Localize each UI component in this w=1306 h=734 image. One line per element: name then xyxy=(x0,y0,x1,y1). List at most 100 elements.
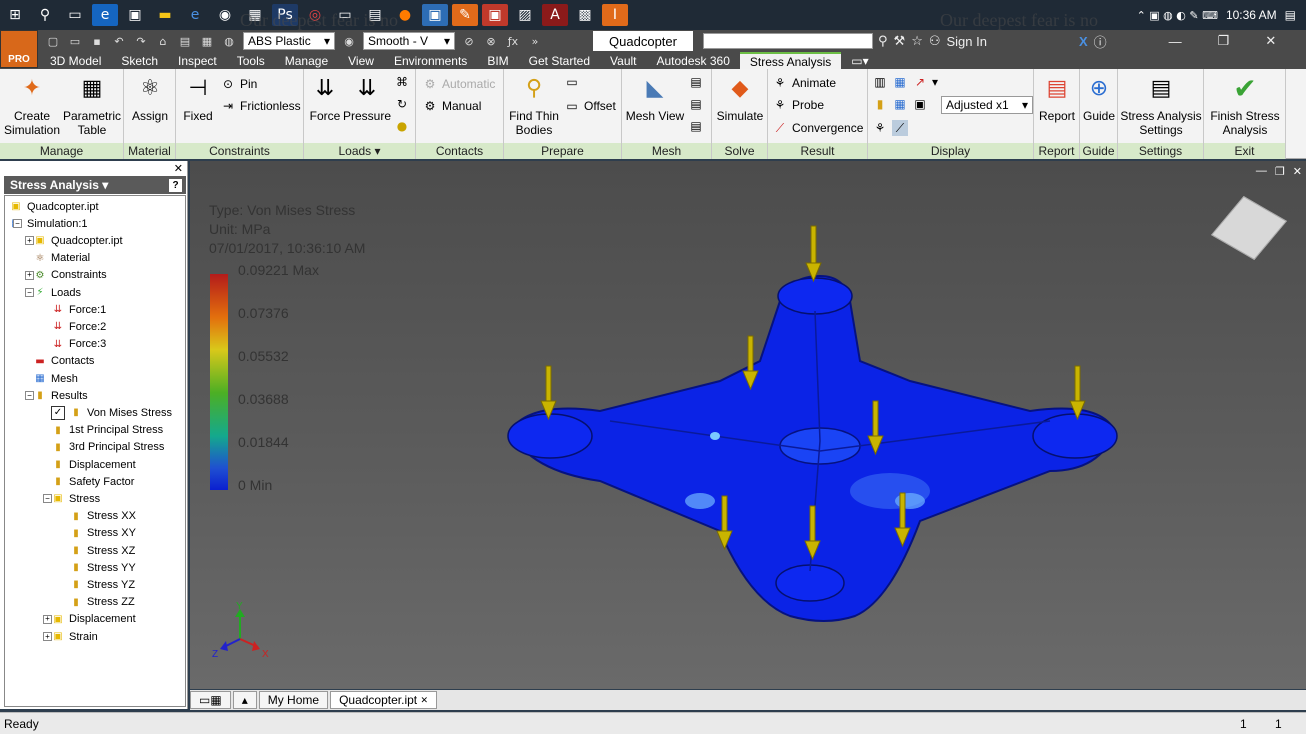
convergence-settings-button[interactable]: ▤ xyxy=(688,117,704,135)
tree-node[interactable]: ⚛ Material xyxy=(33,250,91,267)
windows-start-icon[interactable]: ⊞ xyxy=(2,4,28,26)
exchange-icon[interactable]: ⚒ xyxy=(894,34,906,49)
force-button[interactable]: ⇊ Force xyxy=(306,73,344,124)
fx-icon[interactable]: ƒx xyxy=(503,32,523,50)
tree-expander[interactable]: + xyxy=(43,632,52,641)
pressure-button[interactable]: ⇊ Pressure xyxy=(343,73,391,124)
save-icon[interactable]: ▪ xyxy=(87,32,107,50)
help-search-input[interactable] xyxy=(703,33,873,49)
tree-expander[interactable]: − xyxy=(25,288,34,297)
tree-expander[interactable]: + xyxy=(25,236,34,246)
remote-icon[interactable]: ▣ xyxy=(422,4,448,26)
close-tab-icon[interactable]: ✕ xyxy=(420,695,428,706)
parametric-table-button[interactable]: ▦ Parametric Table xyxy=(62,73,122,138)
tab-environments[interactable]: Environments xyxy=(384,52,477,69)
moment-button[interactable]: ↻ xyxy=(394,95,410,113)
graphics-viewport[interactable]: — ❐ ✕ Type: Von Mises Stress Unit: MPa 0… xyxy=(190,161,1306,689)
tab-vault[interactable]: Vault xyxy=(600,52,646,69)
adjust-icon[interactable]: ⊗ xyxy=(481,32,501,50)
task-view-icon[interactable]: ▭ xyxy=(62,4,88,26)
viewcube[interactable] xyxy=(1211,196,1287,260)
guide-button[interactable]: ⊕ Guide xyxy=(1081,73,1117,124)
user-icon[interactable]: ⚇ xyxy=(929,34,941,49)
tree-node[interactable]: ▮ Stress YZ xyxy=(69,576,135,593)
tree-node[interactable]: ▮ 1st Principal Stress xyxy=(51,422,163,439)
tree-node[interactable]: ▮ Results xyxy=(33,387,87,404)
bearing-load-button[interactable]: ⌘ xyxy=(394,73,410,91)
tree-node[interactable]: ▣ Quadcopter.ipt xyxy=(9,198,98,215)
minimize-button[interactable]: — xyxy=(1169,34,1182,49)
local-mesh-button[interactable]: ▤ xyxy=(688,95,704,113)
pin-button[interactable]: ⊙ Pin xyxy=(220,75,257,93)
convergence-button[interactable]: ⟋ Convergence xyxy=(772,119,864,137)
system-tray-icons[interactable]: ⌃ ▣ ◍ ◐ ✎ ⌨ xyxy=(1137,9,1218,22)
tree-node[interactable]: ▮ Displacement xyxy=(51,456,135,473)
open-icon[interactable]: ▭ xyxy=(65,32,85,50)
manual-button[interactable]: ⚙ Manual xyxy=(422,97,482,115)
home-icon[interactable]: ⌂ xyxy=(153,32,173,50)
tree-node[interactable]: ▦ Mesh xyxy=(33,370,78,387)
tree-node[interactable]: ▣ Quadcopter.ipt xyxy=(33,232,122,249)
adjusted-scale-select[interactable]: Adjusted x1 ▾ xyxy=(941,96,1033,114)
tree-expander[interactable]: + xyxy=(25,270,34,280)
fixed-button[interactable]: ⊣ Fixed xyxy=(178,73,218,124)
probe-button[interactable]: ⚘ Probe xyxy=(772,96,824,114)
assign-button[interactable]: ⚛ Assign xyxy=(126,73,174,124)
ie-icon[interactable]: e xyxy=(182,4,208,26)
minimize-view-icon[interactable]: — xyxy=(1256,165,1267,178)
tree-node[interactable]: ▣ Strain xyxy=(51,628,97,645)
autodesk-exchange-icon[interactable]: X xyxy=(1079,34,1088,49)
undo-icon[interactable]: ↶ xyxy=(109,32,129,50)
visibility-checkbox[interactable]: ✓ xyxy=(51,405,65,420)
tab-view[interactable]: View xyxy=(338,52,384,69)
mesh-settings-button[interactable]: ▤ xyxy=(688,73,704,91)
tree-expander[interactable]: − xyxy=(25,391,34,401)
app2-icon[interactable]: ✎ xyxy=(452,4,478,26)
help-icon[interactable]: ⓘ xyxy=(1094,32,1107,51)
app3-icon[interactable]: ▣ xyxy=(482,4,508,26)
tree-node[interactable]: ▮ Stress XY xyxy=(69,525,136,542)
tile-windows-icon[interactable]: ▭▦ xyxy=(190,691,231,709)
clear-appearance-icon[interactable]: ⊘ xyxy=(459,32,479,50)
favorites-icon[interactable]: ☆ xyxy=(911,34,923,49)
browser-header[interactable]: Stress Analysis ▾? xyxy=(4,176,186,194)
appearance-select[interactable]: Smooth - V ▾ xyxy=(363,32,455,50)
panel-title-loads[interactable]: Loads ▾ xyxy=(304,143,415,159)
tab-autodesk-360[interactable]: Autodesk 360 xyxy=(647,52,740,69)
notification-icon[interactable]: ▤ xyxy=(1285,8,1296,22)
color-bar-button[interactable]: ▮ ▦ ▣ xyxy=(872,95,928,113)
offset-button[interactable]: ▭ Offset xyxy=(564,97,615,115)
material-select[interactable]: ABS Plastic ▾ xyxy=(243,32,335,50)
restore-view-icon[interactable]: ❐ xyxy=(1275,165,1285,178)
tree-expander[interactable]: − xyxy=(13,219,22,229)
tab-sketch[interactable]: Sketch xyxy=(111,52,168,69)
report-button[interactable]: ▤ Report xyxy=(1036,73,1078,124)
tree-node[interactable]: ⇊ Force:1 xyxy=(51,301,107,318)
inventor-icon[interactable]: I xyxy=(602,4,628,26)
tree-node[interactable]: ⇊ Force:3 xyxy=(51,336,107,353)
inventor-logo[interactable]: PRO xyxy=(0,30,38,68)
midsurface-button[interactable]: ▭ xyxy=(564,73,580,91)
tab-overflow-icon[interactable]: ▭▾ xyxy=(841,52,878,69)
sign-in-link[interactable]: Sign In xyxy=(947,34,987,49)
probe-label-toggle[interactable]: ⚘ ⟋ xyxy=(872,119,908,137)
app-icon[interactable]: ◉ xyxy=(212,4,238,26)
find-thin-bodies-button[interactable]: ⚲ Find Thin Bodies xyxy=(506,73,562,138)
finish-stress-analysis-button[interactable]: ✔ Finish Stress Analysis xyxy=(1206,73,1284,138)
edge-icon[interactable]: e xyxy=(92,4,118,26)
automatic-button[interactable]: ⚙ Automatic xyxy=(422,75,496,93)
tree-node[interactable]: ▮ Stress ZZ xyxy=(69,594,134,611)
tab-quadcopter[interactable]: Quadcopter.ipt ✕ xyxy=(330,691,438,709)
clock-time[interactable]: 10:36 AM xyxy=(1226,8,1277,22)
create-simulation-button[interactable]: ✦ Create Simulation xyxy=(2,73,62,138)
autocad-icon[interactable]: A xyxy=(542,4,568,26)
tree-node[interactable]: ▮ Stress YY xyxy=(69,559,135,576)
help-icon[interactable]: ? xyxy=(169,178,182,192)
more-icon[interactable]: » xyxy=(525,32,545,50)
frictionless-button[interactable]: ⇥ Frictionless xyxy=(220,97,301,115)
restore-button[interactable]: ❐ xyxy=(1218,33,1230,49)
tree-node[interactable]: ▣ Stress xyxy=(51,490,100,507)
binoculars-icon[interactable]: ⚲ xyxy=(878,34,888,49)
display-toggle-row[interactable]: ▥ ▦ ↗ ▾ xyxy=(872,73,938,91)
new-icon[interactable]: ▢ xyxy=(43,32,63,50)
